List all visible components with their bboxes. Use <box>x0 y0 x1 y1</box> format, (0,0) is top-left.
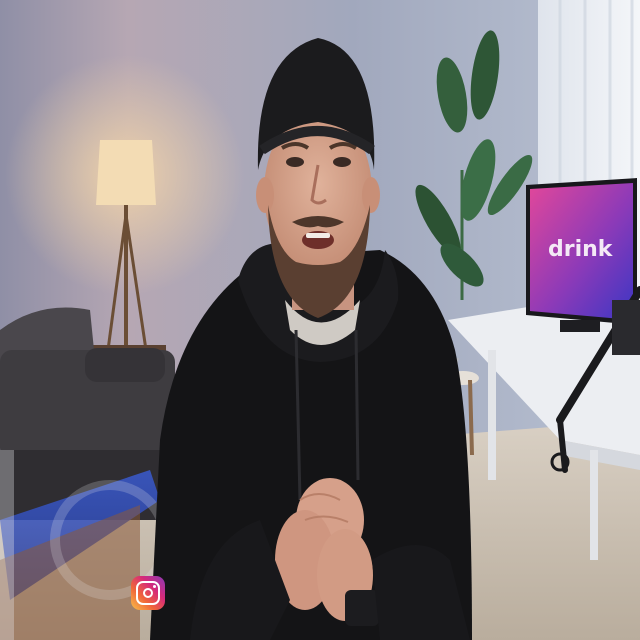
ear-right <box>362 177 380 213</box>
eye-right <box>333 157 351 167</box>
wristwatch <box>345 590 379 626</box>
eye-left <box>286 157 304 167</box>
teeth <box>306 233 330 238</box>
instagram-icon-dot <box>153 585 156 588</box>
video-frame: drink <box>0 0 640 640</box>
blurred-foreground-bar <box>0 450 14 640</box>
instagram-icon-frame <box>136 581 160 605</box>
laptop <box>612 300 640 355</box>
instagram-icon <box>131 576 165 610</box>
instagram-icon-lens <box>143 588 153 598</box>
room-scene: drink <box>0 0 640 640</box>
monitor-wallpaper-text: drink <box>548 237 614 262</box>
hoodie-drawstring-right <box>354 329 360 481</box>
ear-left <box>256 177 274 213</box>
